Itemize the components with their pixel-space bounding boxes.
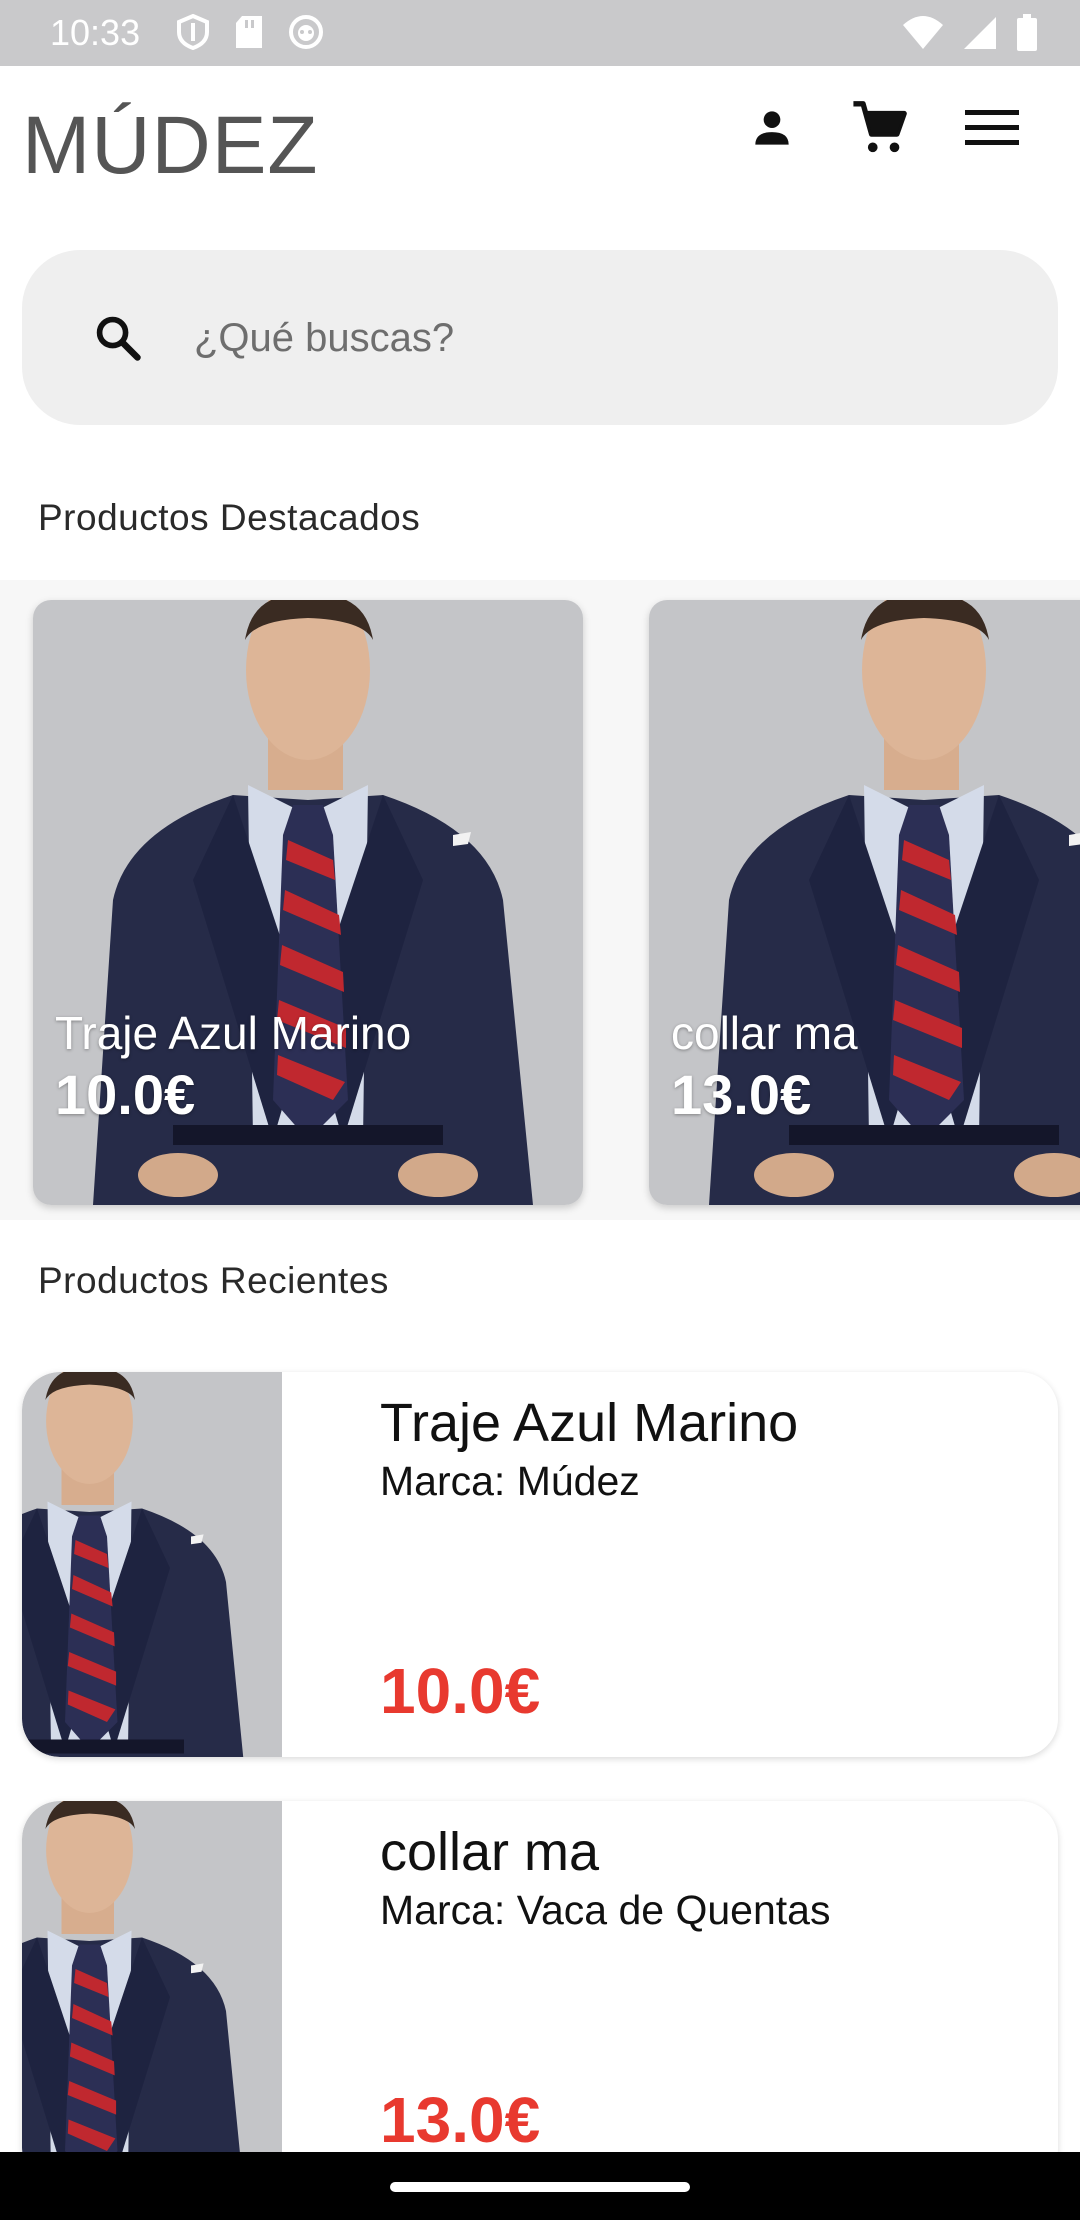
search-icon (96, 316, 141, 361)
featured-product-price: 10.0€ (55, 1063, 196, 1126)
sd-card-icon (234, 14, 264, 50)
gesture-navigation-bar (0, 2152, 1080, 2220)
notification-icons (176, 14, 324, 50)
app-notification-icon (288, 14, 324, 50)
cart-button[interactable] (848, 96, 912, 160)
recent-product-card[interactable]: Traje Azul Marino Marca: Múdez 10.0€ (22, 1372, 1058, 1757)
featured-section-title: Productos Destacados (38, 497, 421, 538)
recent-product-price: 13.0€ (380, 2084, 541, 2156)
featured-product-card[interactable]: collar ma 13.0€ (649, 600, 1080, 1205)
recent-product-name: collar ma (380, 1822, 600, 1882)
person-icon (755, 111, 789, 145)
recent-product-price: 10.0€ (380, 1655, 541, 1727)
recent-product-name: Traje Azul Marino (380, 1393, 799, 1453)
signal-icon (962, 15, 998, 51)
recent-product-card[interactable]: collar ma Marca: Vaca de Quentas 13.0€ (22, 1801, 1058, 2186)
featured-carousel[interactable]: Traje Azul Marino 10.0€ collar ma 13.0€ (0, 580, 1080, 1220)
status-bar: 10:33 (0, 0, 1080, 66)
product-thumbnail (22, 1801, 352, 2186)
app-screen: 10:33 MÚDEZ ¿Qué buscas? Productos Desta… (0, 0, 1080, 2220)
featured-product-name: Traje Azul Marino (55, 1007, 412, 1059)
featured-product-name: collar ma (671, 1007, 858, 1059)
battery-icon (1016, 14, 1038, 52)
shield-icon (176, 14, 210, 50)
status-time: 10:33 (50, 12, 141, 53)
wifi-icon (902, 15, 944, 51)
brand-logo: MÚDEZ (22, 100, 319, 191)
featured-product-card[interactable]: Traje Azul Marino 10.0€ (33, 600, 583, 1205)
search-bar[interactable] (22, 250, 1058, 425)
recent-product-brand: Marca: Múdez (380, 1458, 640, 1504)
account-button[interactable] (740, 96, 804, 160)
menu-button[interactable] (960, 96, 1024, 160)
home-gesture-handle[interactable] (390, 2182, 690, 2192)
cart-icon (853, 101, 907, 153)
system-status-icons (902, 14, 1038, 52)
product-thumbnail (22, 1372, 352, 1757)
search-input[interactable] (194, 300, 1014, 376)
recent-product-brand: Marca: Vaca de Quentas (380, 1887, 831, 1933)
recent-section-title: Productos Recientes (38, 1260, 389, 1301)
menu-icon (965, 110, 1019, 145)
featured-product-price: 13.0€ (671, 1063, 812, 1126)
